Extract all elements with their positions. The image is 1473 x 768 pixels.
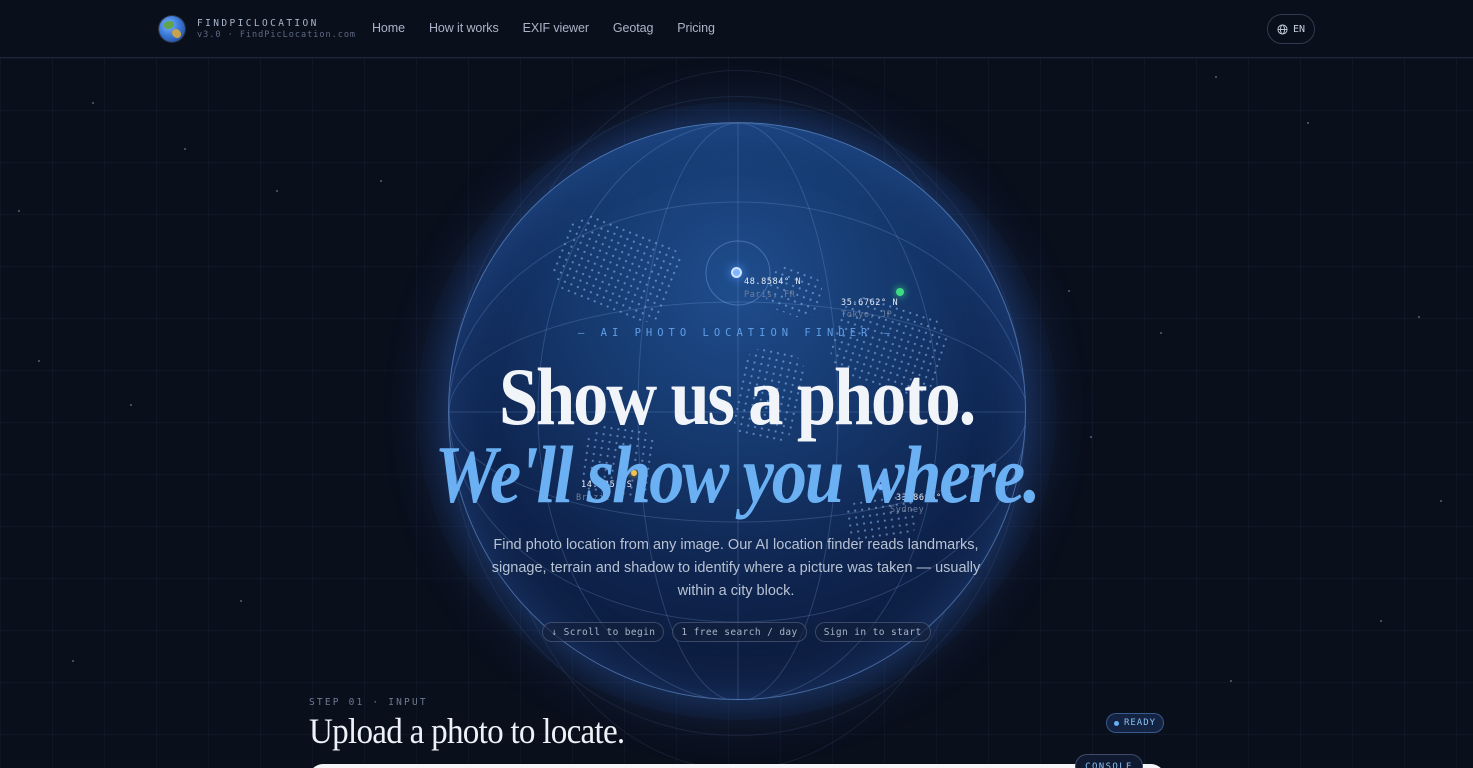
status-dot-icon: [1113, 720, 1119, 726]
free-search-chip: 1 free search / day: [672, 622, 807, 642]
pin-city-tokyo: Tokyo, JP: [841, 310, 893, 320]
status-label: READY: [1123, 718, 1157, 728]
upload-panel[interactable]: [309, 764, 1165, 768]
status-badge: READY: [1106, 713, 1164, 733]
hero-eyebrow: — AI PHOTO LOCATION FINDER —: [577, 327, 895, 339]
step-title: Upload a photo to locate.: [309, 711, 625, 751]
nav-link-pricing[interactable]: Pricing: [677, 21, 715, 35]
page: 48.8584° N Paris, FR 35.6762° N Tokyo, J…: [0, 0, 1473, 768]
hero-description: Find photo location from any image. Our …: [491, 537, 981, 599]
nav-link-how-it-works[interactable]: How it works: [429, 21, 499, 35]
step-label: STEP 01 · INPUT: [309, 697, 428, 708]
pin-paris[interactable]: [731, 267, 742, 278]
language-button[interactable]: EN: [1267, 14, 1315, 44]
pin-coord-tokyo: 35.6762° N: [841, 298, 899, 308]
main-nav: Home How it works EXIF viewer Geotag Pri…: [372, 21, 715, 35]
scroll-to-begin-chip[interactable]: ↓ Scroll to begin: [542, 622, 665, 642]
brand-name[interactable]: FINDPICLOCATION: [197, 18, 319, 29]
console-tab[interactable]: CONSOLE: [1075, 754, 1143, 768]
sign-in-chip[interactable]: Sign in to start: [814, 622, 931, 642]
nav-link-geotag[interactable]: Geotag: [613, 21, 654, 35]
globe-icon[interactable]: [159, 16, 185, 42]
pin-tokyo[interactable]: [896, 288, 904, 296]
hero-chips: ↓ Scroll to begin 1 free search / day Si…: [0, 622, 1473, 642]
pin-city-paris: Paris, FR: [744, 290, 796, 300]
hero-headline-accent: We'll show you where.: [434, 429, 1041, 520]
globe-icon: [1277, 23, 1288, 35]
brand-version: v3.0 · FindPicLocation.com: [197, 30, 357, 40]
nav-link-exif-viewer[interactable]: EXIF viewer: [523, 21, 589, 35]
pin-coord-paris: 48.8584° N: [744, 277, 802, 287]
nav-link-home[interactable]: Home: [372, 21, 405, 35]
top-navigation-bar: FINDPICLOCATION v3.0 · FindPicLocation.c…: [0, 0, 1473, 58]
language-label: EN: [1292, 23, 1306, 35]
